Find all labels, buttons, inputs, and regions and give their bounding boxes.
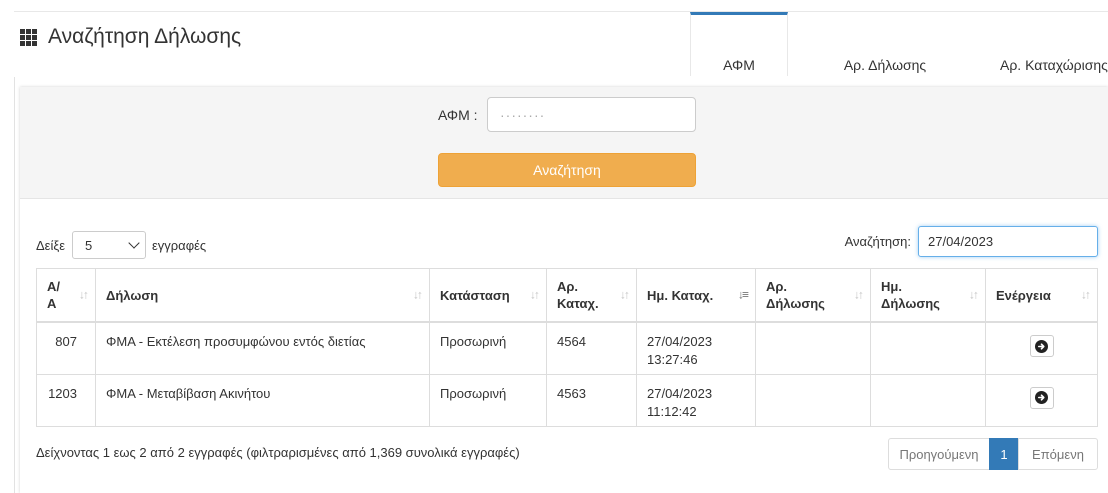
open-declaration-button[interactable] (1029, 335, 1054, 357)
column-header-label: Αρ. Καταχ. (557, 279, 599, 311)
tab-registration-number[interactable]: Αρ. Καταχώρισης (994, 12, 1108, 76)
cell-status: Προσωρινή (429, 321, 547, 375)
column-header-registration-number[interactable]: Αρ. Καταχ. ↓↑ (546, 268, 637, 323)
sort-icon: ↓↑ (969, 287, 979, 302)
tab-afm-label: ΑΦΜ (723, 57, 755, 73)
chevron-down-icon (128, 237, 140, 249)
cell-action (985, 373, 1098, 427)
cell-registration-number: 4564 (546, 321, 637, 375)
filter-label: Αναζήτηση: (844, 234, 911, 249)
pagination: Προηγούμενη 1 Επόμενη (888, 438, 1098, 470)
page-title-text: Αναζήτηση Δήλωσης (48, 25, 242, 48)
page-1-button[interactable]: 1 (989, 438, 1019, 470)
search-mode-tabs: ΑΦΜ Αρ. Δήλωσης Αρ. Καταχώρισης (690, 12, 1108, 76)
column-header-status[interactable]: Κατάσταση ↓↑ (429, 268, 547, 323)
results-panel: ΑΦΜ : Αναζήτηση Δείξε 5 εγγραφές Αναζήτη… (20, 87, 1108, 493)
column-header-label: Κατάσταση (440, 287, 510, 303)
arrow-circle-right-icon (1035, 391, 1048, 404)
cell-declaration-date (870, 321, 986, 375)
search-form: ΑΦΜ : Αναζήτηση (20, 87, 1108, 199)
column-header-declaration-number[interactable]: Αρ. Δήλωσης ↓↑ (755, 268, 871, 323)
cell-registration-date: 27/04/2023 13:27:46 (636, 321, 756, 375)
page-length-control: Δείξε 5 εγγραφές (36, 231, 206, 259)
open-declaration-button[interactable] (1029, 386, 1054, 409)
sort-desc-icon: ↓≡ (737, 287, 749, 302)
column-header-aa[interactable]: Α/ Α ↓↑ (36, 268, 96, 323)
table-header-row: Α/ Α ↓↑ Δήλωση ↓↑ Κατάσταση ↓↑ Αρ. Καταχ. ↓↑… (36, 268, 1098, 323)
column-header-action[interactable]: Ενέργεια ↓↑ (985, 268, 1098, 323)
table-row: 807 ΦΜΑ - Εκτέλεση προσυμφώνου εντός διε… (36, 321, 1098, 375)
column-header-label: Ενέργεια (996, 287, 1051, 303)
column-header-label: Δήλωση (106, 287, 159, 303)
search-button[interactable]: Αναζήτηση (438, 153, 696, 187)
sort-icon: ↓↑ (413, 287, 423, 302)
table-filter: Αναζήτηση: (845, 226, 1098, 257)
column-header-declaration[interactable]: Δήλωση ↓↑ (95, 268, 430, 323)
table-info: Δείχνοντας 1 εως 2 από 2 εγγραφές (φιλτρ… (36, 445, 520, 460)
cell-aa: 807 (36, 321, 96, 375)
table-row: 1203 ΦΜΑ - Μεταβίβαση Ακινήτου Προσωρινή… (36, 373, 1098, 427)
column-header-label: Ημ. Καταχ. (647, 287, 714, 303)
filter-input[interactable] (918, 226, 1098, 257)
afm-input[interactable] (487, 97, 696, 132)
records-label: εγγραφές (151, 237, 207, 253)
tab-afm[interactable]: ΑΦΜ (690, 12, 788, 76)
sort-icon: ↓↑ (1081, 287, 1091, 302)
tab-declaration-number[interactable]: Αρ. Δήλωσης (810, 12, 960, 76)
column-header-declaration-date[interactable]: Ημ. Δήλωσης ↓↑ (870, 268, 986, 323)
sort-icon: ↓↑ (530, 287, 540, 302)
page-length-select[interactable]: 5 (71, 231, 146, 259)
cell-declaration-number (755, 321, 871, 375)
page-title: Αναζήτηση Δήλωσης (20, 25, 241, 49)
tab-registration-number-label: Αρ. Καταχώρισης (1000, 57, 1108, 73)
left-divider (14, 77, 15, 493)
column-header-label: Αρ. Δήλωσης (766, 279, 825, 311)
afm-label: ΑΦΜ : (438, 107, 478, 123)
previous-page-button[interactable]: Προηγούμενη (888, 438, 990, 470)
sort-icon: ↓↑ (854, 287, 864, 302)
page-length-value: 5 (84, 237, 93, 253)
sort-icon: ↓↑ (620, 287, 630, 302)
cell-aa: 1203 (36, 373, 96, 427)
cell-registration-date: 27/04/2023 11:12:42 (636, 373, 756, 427)
arrow-circle-right-icon (1035, 339, 1048, 353)
show-label: Δείξε (36, 237, 65, 253)
column-header-label: Α/ Α (47, 279, 60, 311)
cell-status: Προσωρινή (429, 373, 547, 427)
column-header-label: Ημ. Δήλωσης (881, 279, 940, 311)
sort-icon: ↓↑ (79, 287, 89, 302)
cell-declaration: ΦΜΑ - Μεταβίβαση Ακινήτου (95, 373, 430, 427)
column-header-registration-date[interactable]: Ημ. Καταχ. ↓≡ (636, 268, 756, 323)
cell-registration-number: 4563 (546, 373, 637, 427)
cell-declaration-date (870, 373, 986, 427)
results-table: Α/ Α ↓↑ Δήλωση ↓↑ Κατάσταση ↓↑ Αρ. Καταχ. ↓↑… (36, 268, 1098, 427)
grid-icon (20, 28, 37, 46)
tab-declaration-number-label: Αρ. Δήλωσης (843, 57, 927, 73)
cell-declaration: ΦΜΑ - Εκτέλεση προσυμφώνου εντός διετίας (95, 321, 430, 375)
next-page-button[interactable]: Επόμενη (1018, 438, 1098, 470)
cell-declaration-number (755, 373, 871, 427)
cell-action (985, 321, 1098, 375)
